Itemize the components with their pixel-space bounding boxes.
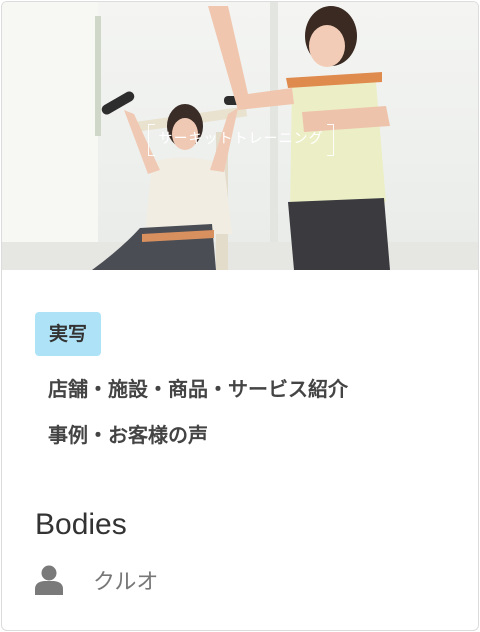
author-row[interactable]: クルオ [35,562,158,598]
overlay-bracket-right [327,124,334,156]
category-item[interactable]: 事例・お客様の声 [48,412,468,458]
category-list: 店舗・施設・商品・サービス紹介 事例・お客様の声 [48,366,468,458]
overlay-title-text: サーキットトレーニング [158,131,324,147]
video-card[interactable]: サーキットトレーニング 実写 店舗・施設・商品・サービス紹介 事例・お客様の声 … [1,1,479,631]
author-name[interactable]: クルオ [93,564,158,596]
card-title[interactable]: Bodies [35,505,127,545]
category-item[interactable]: 店舗・施設・商品・サービス紹介 [48,366,468,412]
video-thumbnail[interactable]: サーキットトレーニング [2,2,478,270]
category-badge[interactable]: 実写 [35,312,102,356]
user-icon [35,565,63,595]
thumbnail-overlay-title: サーキットトレーニング [148,122,334,156]
overlay-bracket-left [148,124,155,156]
